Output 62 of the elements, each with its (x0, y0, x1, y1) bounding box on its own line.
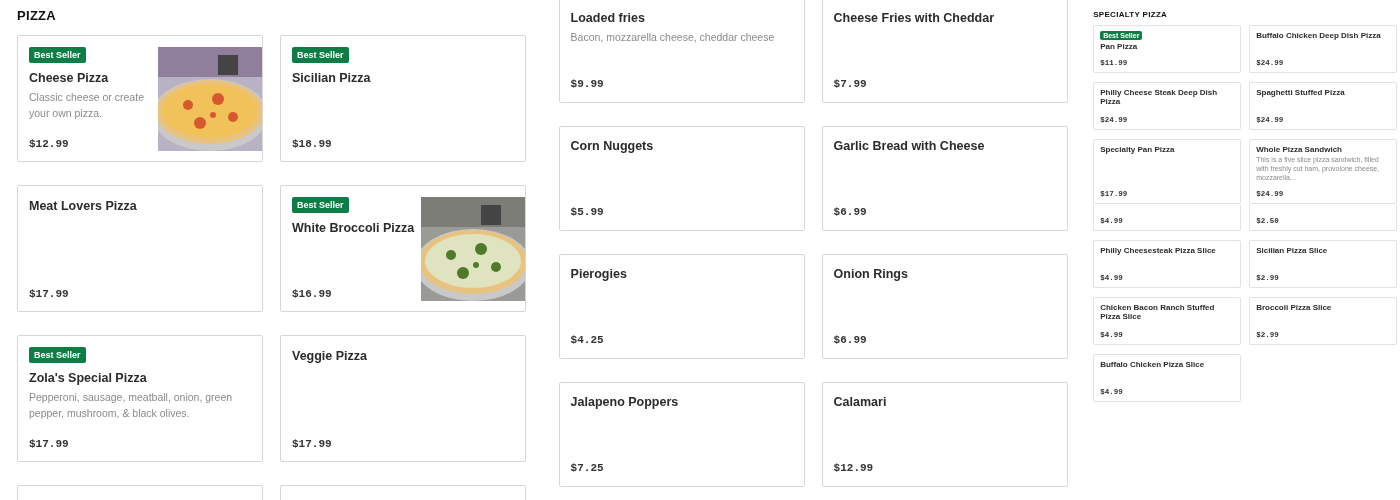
menu-card[interactable]: Pierogies $4.25 (558, 254, 805, 359)
item-name: Spaghetti Stuffed Pizza (1256, 88, 1346, 97)
item-price: $17.99 (29, 288, 70, 300)
item-price: $6.99 (833, 334, 868, 346)
item-name: Sicilian Pizza (292, 71, 372, 85)
item-price: $7.25 (570, 462, 605, 474)
item-description: Classic cheese or create your own pizza. (29, 90, 145, 121)
item-price: $17.99 (292, 438, 333, 450)
item-name: Broccoli Pizza Slice (1256, 303, 1333, 312)
menu-card[interactable]: Meat Lovers Pizza $17.99 (17, 185, 263, 312)
item-name: Philly Cheese Steak Deep Dish Pizza (1100, 88, 1219, 106)
best-seller-badge: Best Seller (29, 347, 86, 363)
menu-card[interactable]: Corn Nuggets $5.99 (558, 126, 805, 231)
item-name: White Broccoli Pizza (292, 221, 416, 235)
item-name: Buffalo Chicken Pizza Slice (1100, 360, 1206, 369)
menu-card[interactable]: Best Seller Zola's Special Pizza Pepperoni, sausage, meatball, onion, green pepper, mushroom, & black olives. $17.99 (17, 335, 263, 462)
item-price: $18.99 (292, 138, 333, 150)
item-name: Cheese Pizza (29, 71, 110, 85)
menu-card[interactable]: Best Seller Cheese Pizza Classic cheese or create your own pizza. $12.99 (17, 35, 263, 162)
menu-card[interactable]: Veggie Pizza $17.99 (280, 335, 526, 462)
best-seller-badge: Best Seller (29, 47, 86, 63)
item-name: Meat Lovers Pizza (29, 199, 138, 213)
item-name: Pierogies (570, 267, 628, 281)
menu-card[interactable]: Best Seller White Broccoli Pizza $16.99 (280, 185, 526, 312)
item-name: Whole Pizza Sandwich (1256, 145, 1343, 154)
item-name: Zola's Special Pizza (29, 371, 148, 385)
item-price: $7.99 (833, 78, 868, 90)
best-seller-badge: Best Seller (292, 47, 349, 63)
menu-card[interactable]: Jalapeno Poppers $7.25 (558, 382, 805, 487)
item-name: Jalapeno Poppers (570, 395, 680, 409)
item-name: Sicilian Pizza Slice (1256, 246, 1329, 255)
item-name: Pan Pizza (1100, 42, 1139, 51)
menu-card[interactable]: Loaded fries Bacon, mozzarella cheese, cheddar cheese $9.99 (558, 0, 805, 103)
item-name: Calamari (833, 395, 888, 409)
item-name: Chicken Bacon Ranch Stuffed Pizza Slice (1100, 303, 1216, 321)
item-name: Specialty Pan Pizza (1100, 145, 1176, 154)
item-name: Onion Rings (833, 267, 909, 281)
item-price: $17.99 (29, 438, 70, 450)
item-name: Buffalo Chicken Deep Dish Pizza (1256, 31, 1382, 40)
section-heading: PIZZA (17, 8, 58, 23)
item-price: $16.99 (292, 288, 333, 300)
item-name: Loaded fries (570, 11, 646, 25)
section-heading: SPECIALTY PIZZA (1093, 10, 1169, 19)
item-price: $4.25 (570, 334, 605, 346)
item-price: $5.99 (570, 206, 605, 218)
menu-card[interactable]: Best Seller Sicilian Pizza $18.99 (280, 35, 526, 162)
item-description: Bacon, mozzarella cheese, cheddar cheese (570, 30, 776, 45)
item-name: Veggie Pizza (292, 349, 369, 363)
best-seller-badge: Best Seller (292, 197, 349, 213)
item-price: $6.99 (833, 206, 868, 218)
item-name: Garlic Bread with Cheese (833, 139, 986, 153)
menu-card[interactable]: Garlic Bread with Cheese $6.99 (821, 126, 1068, 231)
menu-card[interactable]: Cheese Fries with Cheddar $7.99 (821, 0, 1068, 103)
item-name: Philly Cheesesteak Pizza Slice (1100, 246, 1217, 255)
item-description: Pepperoni, sausage, meatball, onion, green pepper, mushroom, & black olives. (29, 390, 234, 421)
item-name: Cheese Fries with Cheddar (833, 11, 996, 25)
menu-card[interactable]: Calamari $12.99 (821, 382, 1068, 487)
item-price: $12.99 (29, 138, 70, 150)
item-name: Corn Nuggets (570, 139, 655, 153)
item-price: $9.99 (570, 78, 605, 90)
item-price: $12.99 (833, 462, 875, 474)
menu-card[interactable]: Onion Rings $6.99 (821, 254, 1068, 359)
